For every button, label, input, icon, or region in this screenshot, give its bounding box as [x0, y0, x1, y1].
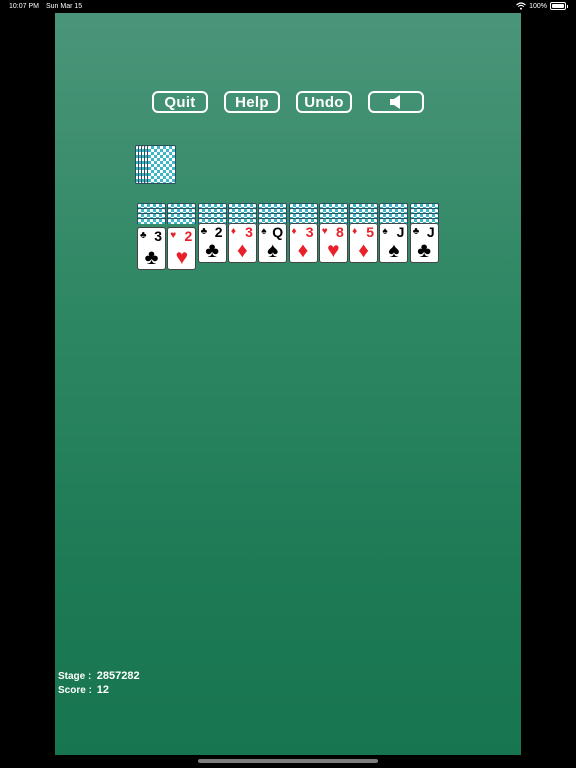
battery-percent: 100% [529, 2, 547, 10]
card-rank: 3 [305, 224, 314, 240]
score-line: Score : 12 [58, 684, 109, 696]
card-suit-small: ♦ [291, 226, 297, 237]
quit-button[interactable]: Quit [152, 91, 208, 113]
card-suit-small: ♠ [261, 226, 267, 237]
status-bar: 10:07 PM Sun Mar 15 100% [0, 0, 576, 14]
card-rank: 5 [366, 224, 375, 240]
score-label: Score : [58, 685, 92, 696]
card-suit-small: ♣ [412, 226, 420, 237]
status-date: Sun Mar 15 [46, 3, 83, 10]
card-rank: Q [272, 224, 284, 240]
card-rank: 2 [184, 228, 193, 244]
game-table [55, 13, 521, 755]
card-suit-large: ♦ [237, 239, 248, 262]
card-suit-large: ♣ [144, 246, 159, 269]
card-suit-large: ♠ [388, 239, 400, 262]
card-suit-large: ♦ [358, 239, 369, 262]
card-suit-large: ♣ [417, 239, 432, 262]
help-button[interactable]: Help [224, 91, 280, 113]
card-suit-small: ♦ [352, 226, 358, 237]
tableau-card[interactable]: ♣ 2 ♣ [197, 223, 227, 263]
wifi-icon [516, 2, 526, 10]
status-indicators: 100% [516, 2, 568, 10]
tableau-card[interactable]: ♠ J ♠ [379, 223, 409, 263]
card-rank: 8 [336, 224, 344, 240]
card-suit-small: ♥ [321, 226, 328, 237]
stock-pile[interactable] [135, 145, 183, 186]
tableau-card[interactable]: ♥ 8 ♥ [318, 223, 348, 263]
score-value: 12 [96, 684, 110, 696]
status-time: 10:07 PM [9, 3, 39, 10]
battery-icon [550, 2, 566, 10]
face-down-card [167, 218, 197, 224]
stock-card-back[interactable] [147, 145, 176, 184]
tableau-card[interactable]: ♦ 3 ♦ [288, 223, 318, 263]
card-suit-small: ♣ [200, 226, 208, 237]
tableau-card[interactable]: ♣ 3 ♣ [137, 227, 166, 270]
card-rank: 3 [245, 224, 253, 240]
card-suit-small: ♠ [382, 226, 388, 237]
card-suit-large: ♥ [327, 239, 340, 262]
battery-tip [567, 4, 568, 8]
tableau-card[interactable]: ♣ J ♣ [409, 223, 439, 263]
undo-button[interactable]: Undo [296, 91, 352, 113]
card-rank: 2 [214, 224, 223, 240]
stage-label: Stage : [58, 671, 92, 682]
tableau-card[interactable]: ♠ Q ♠ [258, 223, 288, 263]
face-down-card [137, 218, 166, 224]
card-rank: J [426, 224, 435, 240]
speaker-icon [390, 95, 400, 109]
sound-button[interactable] [368, 91, 424, 113]
tableau-card[interactable]: ♦ 3 ♦ [227, 223, 257, 263]
stage-value: 2857282 [96, 670, 140, 682]
card-suit-large: ♦ [297, 239, 309, 262]
stage-line: Stage : 2857282 [58, 670, 140, 682]
tableau-card[interactable]: ♥ 2 ♥ [167, 227, 197, 270]
card-rank: 3 [154, 228, 162, 244]
card-suit-large: ♥ [175, 246, 189, 269]
tableau-card[interactable]: ♦ 5 ♦ [349, 223, 379, 263]
card-rank: J [396, 224, 405, 240]
card-suit-small: ♣ [140, 230, 147, 241]
card-suit-small: ♥ [170, 230, 177, 241]
card-suit-large: ♠ [267, 239, 279, 262]
card-suit-large: ♣ [205, 239, 219, 262]
card-suit-small: ♦ [230, 226, 236, 237]
home-indicator[interactable] [198, 759, 378, 763]
